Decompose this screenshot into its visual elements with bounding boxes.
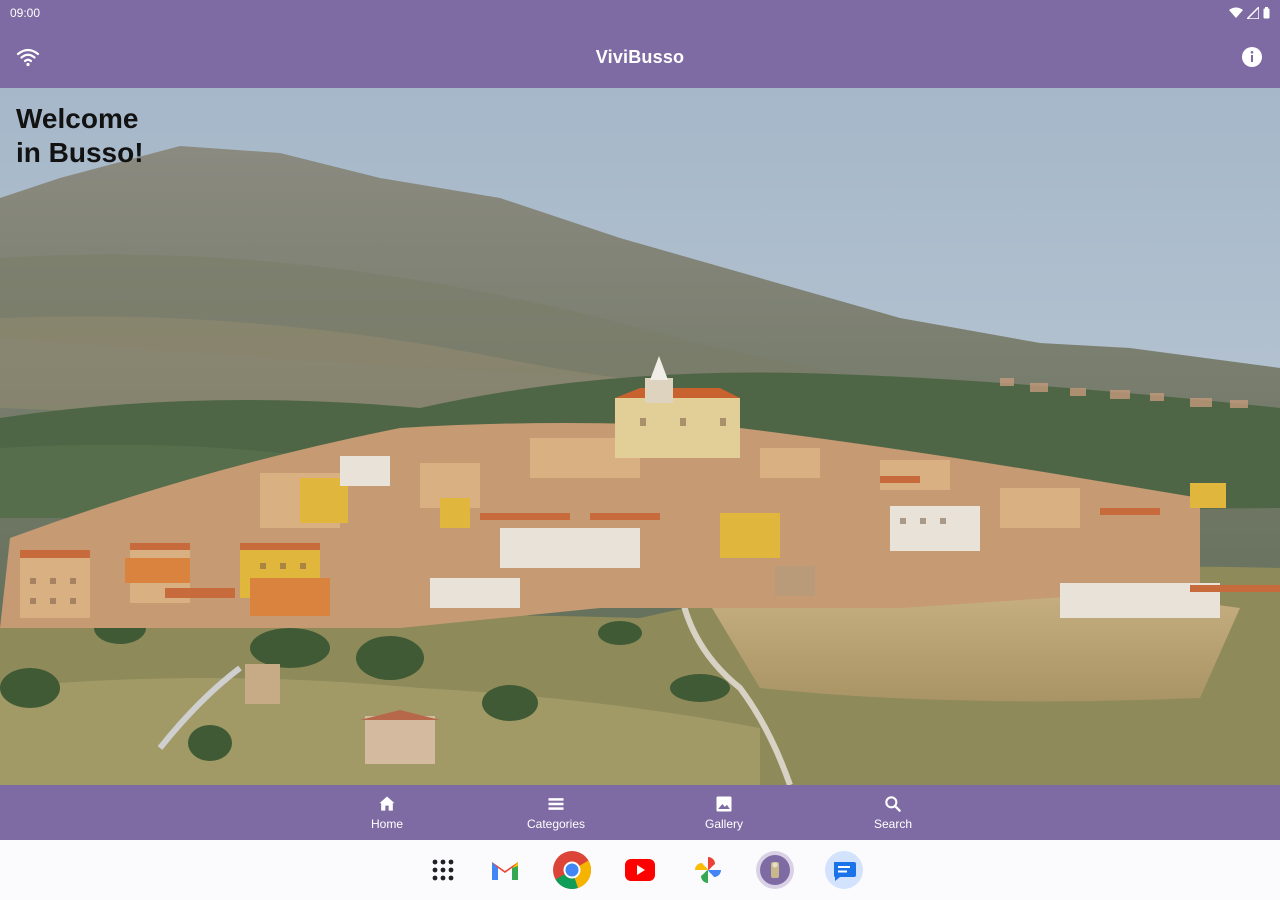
app-title: ViviBusso — [595, 46, 685, 67]
nav-home-label: Home — [370, 817, 403, 831]
chrome-icon[interactable] — [552, 850, 592, 890]
bottom-navigation: Home Categories Gallery Search — [0, 785, 1280, 840]
status-time: 09:00 — [10, 6, 41, 20]
list-icon — [548, 798, 564, 810]
home-icon — [379, 796, 395, 811]
cell-signal-icon — [1247, 7, 1259, 19]
photos-icon[interactable] — [688, 850, 728, 890]
battery-icon — [1263, 7, 1270, 19]
app-drawer-icon[interactable] — [423, 850, 463, 890]
nav-categories-label: Categories — [526, 817, 586, 831]
status-bar: 09:00 — [0, 0, 1280, 26]
vivibusso-app-icon[interactable] — [755, 850, 795, 890]
info-icon[interactable] — [1240, 45, 1264, 69]
wifi-signal-icon — [1229, 7, 1243, 18]
nav-home[interactable]: Home — [327, 785, 447, 840]
messages-icon[interactable] — [824, 850, 864, 890]
nav-gallery[interactable]: Gallery — [664, 785, 784, 840]
status-icons — [1229, 7, 1270, 19]
welcome-title: Welcome in Busso! — [16, 103, 144, 168]
nav-gallery-label: Gallery — [704, 817, 743, 831]
image-icon — [716, 796, 732, 812]
wifi-icon — [16, 48, 40, 67]
nav-search[interactable]: Search — [833, 785, 953, 840]
system-dock — [0, 840, 1280, 900]
hero-section: Welcome in Busso! — [0, 88, 1280, 785]
busso-landscape-image — [0, 88, 1280, 785]
app-bar: ViviBusso — [0, 26, 1280, 88]
nav-categories[interactable]: Categories — [496, 785, 616, 840]
search-icon — [885, 796, 901, 812]
nav-search-label: Search — [873, 817, 913, 831]
youtube-icon[interactable] — [620, 850, 660, 890]
gmail-icon[interactable] — [485, 850, 525, 890]
